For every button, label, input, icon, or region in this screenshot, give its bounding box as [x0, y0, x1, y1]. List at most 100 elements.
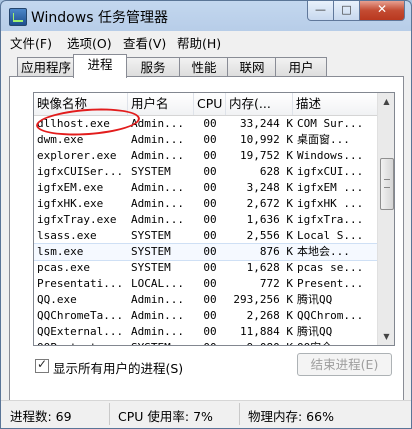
process-cpu: 00	[203, 245, 217, 258]
column-header-image-name[interactable]: 映像名称	[34, 93, 128, 115]
process-memory: 19,752 K	[240, 149, 293, 162]
table-row[interactable]: explorer.exe Admin... 00 19,752 K Windows...	[34, 148, 377, 164]
table-row[interactable]: QQExternal... Admin... 00 11,884 K 腾讯QQ	[34, 324, 377, 340]
tab-performance[interactable]: 性能	[179, 57, 229, 77]
maximize-button[interactable]: □	[333, 1, 360, 21]
vertical-scrollbar[interactable]: ▲ ▼	[377, 93, 394, 345]
process-image-name: QQExternal...	[37, 325, 124, 338]
table-row[interactable]: igfxCUISer... SYSTEM 00 628 K igfxCUI...	[34, 164, 377, 180]
table-row[interactable]: dwm.exe Admin... 00 10,992 K 桌面窗...	[34, 132, 377, 148]
process-description: igfxCUI...	[297, 165, 364, 178]
title-bar[interactable]: Windows 任务管理器 — □ ✕	[1, 1, 411, 31]
process-memory: 772 K	[259, 277, 293, 290]
table-row[interactable]: lsm.exe SYSTEM 00 876 K 本地会...	[34, 243, 378, 261]
close-button[interactable]: ✕	[359, 1, 405, 21]
process-description: Local S...	[297, 229, 364, 242]
show-all-users-checkbox[interactable]	[35, 357, 49, 373]
process-user-name: Admin...	[131, 213, 184, 226]
tab-users[interactable]: 用户	[275, 57, 327, 77]
process-user-name: Admin...	[131, 181, 184, 194]
menu-options[interactable]: 选项(O)	[67, 33, 112, 52]
scroll-down-arrow-icon[interactable]: ▼	[378, 328, 394, 345]
column-header-memory[interactable]: 内存(...	[226, 93, 293, 115]
table-row[interactable]: igfxEM.exe Admin... 00 3,248 K igfxEM ...	[34, 180, 377, 196]
table-row[interactable]: QQProtect... SYSTEM00 9,080 K QQ安全...	[34, 340, 377, 345]
process-cpu: 00	[203, 149, 217, 162]
process-image-name: igfxEM.exe	[37, 181, 104, 194]
tab-services[interactable]: 服务	[125, 57, 181, 77]
process-image-name: igfxHK.exe	[37, 197, 104, 210]
tab-processes[interactable]: 进程	[73, 54, 127, 78]
process-image-name: lsass.exe	[37, 229, 97, 242]
process-image-name: lsm.exe	[37, 245, 84, 258]
process-list[interactable]: 映像名称 用户名 CPU 内存(... 描述 dllhost.exe Admin.…	[33, 92, 395, 346]
process-cpu: 00	[203, 277, 217, 290]
status-bar: 进程数: 69 CPU 使用率: 7% 物理内存: 66%	[1, 400, 411, 428]
table-row[interactable]: QQChromeTa... Admin... 00 2,268 K QQChrom...	[34, 308, 377, 324]
process-memory: 628 K	[259, 165, 293, 178]
process-memory: 1,636 K	[246, 213, 293, 226]
process-cpu: 00	[203, 309, 217, 322]
process-description: igfxHK ...	[297, 197, 364, 210]
process-image-name: QQ.exe	[37, 293, 77, 306]
process-cpu: 00	[203, 117, 217, 130]
process-user-name: Admin...	[131, 133, 184, 146]
process-description: igfxEM ...	[297, 181, 364, 194]
column-header-description[interactable]: 描述	[293, 93, 377, 115]
physical-memory-status: 物理内存: 66%	[248, 409, 334, 424]
process-description: Windows...	[297, 149, 364, 162]
process-cpu: 00	[195, 340, 225, 345]
status-divider	[239, 403, 240, 425]
process-image-name: dwm.exe	[37, 133, 84, 146]
scroll-thumb[interactable]	[380, 158, 394, 210]
window-title: Windows 任务管理器	[31, 10, 168, 26]
column-header-cpu[interactable]: CPU	[194, 93, 226, 115]
process-cpu: 00	[203, 165, 217, 178]
process-cpu: 00	[203, 261, 217, 274]
table-row[interactable]: QQ.exe Admin... 00 293,256 K 腾讯QQ	[34, 292, 377, 308]
task-manager-icon	[9, 8, 27, 26]
menu-help[interactable]: 帮助(H)	[177, 33, 221, 52]
table-row[interactable]: igfxHK.exe Admin... 00 2,672 K igfxHK ...	[34, 196, 377, 212]
process-description: pcas se...	[297, 261, 364, 274]
process-description: COM Sur...	[297, 117, 364, 130]
process-description: QQChrom...	[297, 309, 364, 322]
process-description: 腾讯QQ	[297, 325, 333, 338]
table-row[interactable]: lsass.exe SYSTEM 00 2,556 K Local S...	[34, 228, 377, 244]
process-cpu: 00	[203, 293, 217, 306]
table-row[interactable]: igfxTray.exe Admin... 00 1,636 K igfxTra...	[34, 212, 377, 228]
process-memory: 876 K	[259, 245, 293, 258]
process-memory: 293,256 K	[233, 293, 293, 306]
table-row[interactable]: pcas.exe SYSTEM 00 1,628 K pcas se...	[34, 260, 377, 276]
menu-file[interactable]: 文件(F)	[10, 33, 52, 52]
process-memory: 33,244 K	[240, 117, 293, 130]
table-row[interactable]: dllhost.exe Admin... 00 33,244 K COM Sur...	[34, 116, 377, 132]
process-cpu: 00	[203, 181, 217, 194]
menu-view[interactable]: 查看(V)	[123, 33, 166, 52]
process-memory: 2,672 K	[246, 197, 293, 210]
tab-networking[interactable]: 联网	[227, 57, 277, 77]
process-image-name: QQProtect...	[37, 340, 125, 345]
process-user-name: SYSTEM	[131, 245, 171, 258]
process-user-name: SYSTEM	[131, 261, 171, 274]
table-row[interactable]: Presentati... LOCAL... 00 772 K Present...	[34, 276, 377, 292]
process-description: 腾讯QQ	[297, 293, 333, 306]
end-process-button[interactable]: 结束进程(E)	[297, 353, 392, 376]
process-memory: 11,884 K	[240, 325, 293, 338]
scroll-up-arrow-icon[interactable]: ▲	[378, 93, 394, 110]
process-user-name: Admin...	[131, 197, 184, 210]
column-header-user-name[interactable]: 用户名	[128, 93, 194, 115]
process-user-name: Admin...	[131, 149, 184, 162]
minimize-button[interactable]: —	[307, 1, 334, 21]
process-description: 本地会...	[297, 245, 350, 258]
show-all-users-label[interactable]: 显示所有用户的进程(S)	[53, 358, 183, 377]
process-user-name: SYSTEM	[131, 165, 171, 178]
process-user-name: Admin...	[131, 309, 184, 322]
process-image-name: igfxTray.exe	[37, 213, 117, 226]
process-image-name: igfxCUISer...	[37, 165, 124, 178]
process-memory: 2,556 K	[246, 229, 293, 242]
tabs-area: 应用程序 进程 服务 性能 联网 用户 映像名称 用户名 CPU 内存(... …	[1, 51, 411, 408]
cpu-usage-status: CPU 使用率: 7%	[118, 409, 213, 424]
tab-applications[interactable]: 应用程序	[17, 57, 75, 77]
process-image-name: QQChromeTa...	[37, 309, 124, 322]
